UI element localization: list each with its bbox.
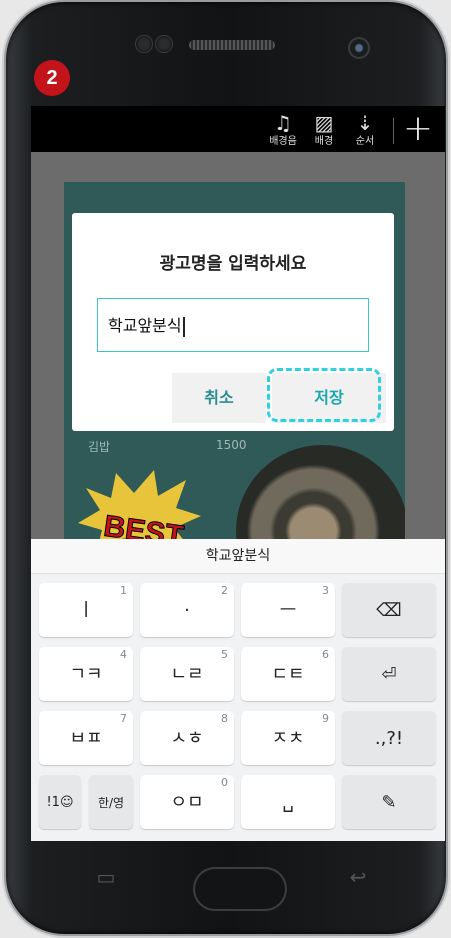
key-label: ㅡ bbox=[279, 600, 297, 621]
toolbar-order-button[interactable]: ⇣ 순서 bbox=[343, 112, 387, 148]
cancel-button[interactable]: 취소 bbox=[172, 373, 266, 423]
key-eu[interactable]: ㅡ3 bbox=[241, 583, 335, 637]
key-number: 2 bbox=[221, 584, 228, 597]
ad-name-input[interactable]: 학교앞분식 bbox=[97, 298, 369, 352]
key-label: ㅅㅎ bbox=[170, 728, 204, 749]
proximity-sensor bbox=[136, 36, 152, 52]
symbol-emoji-key[interactable]: !1☺ bbox=[39, 775, 81, 829]
backspace-key[interactable]: ⌫ bbox=[342, 583, 436, 637]
key-label: ㅇㅁ bbox=[170, 792, 204, 813]
toolbar-background-button[interactable]: ▨ 배경 bbox=[302, 112, 346, 148]
korean-keyboard: 학교앞분식 ㅣ1 · 2 ㅡ3 ⌫ ㄱㅋ 4 ㄴㄹ 5 ㄷㅌ 6 ⏎ ㅂㅍ 7 ㅅㅎ 8 ㅈ… bbox=[31, 539, 445, 841]
key-ng-m[interactable]: ㅇㅁ 0 bbox=[140, 775, 234, 829]
keyboard-suggestion[interactable]: 학교앞분식 bbox=[31, 539, 445, 574]
key-s-h[interactable]: ㅅㅎ 8 bbox=[140, 711, 234, 765]
front-camera bbox=[348, 37, 370, 59]
pen-icon: ✎ bbox=[381, 792, 397, 813]
punctuation-key[interactable]: .,?! bbox=[342, 711, 436, 765]
add-icon[interactable]: + bbox=[401, 111, 435, 147]
key-number: 8 bbox=[221, 712, 228, 725]
key-number: 1 bbox=[120, 584, 127, 597]
enter-key[interactable]: ⏎ bbox=[342, 647, 436, 701]
backspace-icon: ⌫ bbox=[376, 600, 402, 621]
sort-order-icon: ⇣ bbox=[356, 111, 374, 135]
stripes-icon: ▨ bbox=[314, 111, 334, 135]
handwriting-key[interactable]: ✎ bbox=[342, 775, 436, 829]
key-j-ch[interactable]: ㅈㅊ 9 bbox=[241, 711, 335, 765]
poster-item-name: 김밥 bbox=[88, 440, 111, 454]
key-label: ㅈㅊ bbox=[271, 728, 305, 749]
key-label: ㄱㅋ bbox=[69, 664, 103, 685]
key-label: · bbox=[184, 600, 190, 621]
key-label: ㅂㅍ bbox=[69, 728, 103, 749]
key-label: .,?! bbox=[374, 728, 404, 749]
key-label: 한/영 bbox=[97, 796, 125, 810]
toolbar-order-label: 순서 bbox=[355, 136, 375, 147]
toolbar-background-label: 배경 bbox=[314, 136, 334, 147]
key-number: 3 bbox=[322, 584, 329, 597]
key-number: 0 bbox=[221, 776, 228, 789]
save-button-highlight bbox=[267, 368, 381, 422]
key-label: ㄷㅌ bbox=[271, 664, 305, 685]
step-number-badge: 2 bbox=[34, 60, 70, 96]
key-n-r[interactable]: ㄴㄹ 5 bbox=[140, 647, 234, 701]
key-g-k[interactable]: ㄱㅋ 4 bbox=[39, 647, 133, 701]
toolbar-bgm-label: 배경음 bbox=[269, 136, 297, 147]
key-number: 7 bbox=[120, 712, 127, 725]
toolbar-divider bbox=[393, 118, 394, 144]
space-key[interactable]: ␣ bbox=[241, 775, 335, 829]
text-caret bbox=[182, 316, 185, 337]
light-sensor bbox=[156, 36, 172, 52]
toolbar-bgm-button[interactable]: ♫ 배경음 bbox=[261, 112, 305, 148]
dialog-title: 광고명을 입력하세요 bbox=[159, 254, 307, 274]
top-toolbar: ♫ 배경음 ▨ 배경 ⇣ 순서 + bbox=[31, 106, 445, 152]
back-icon[interactable]: ↩ bbox=[343, 865, 373, 889]
key-d-t[interactable]: ㄷㅌ 6 bbox=[241, 647, 335, 701]
earpiece-speaker bbox=[189, 40, 275, 50]
key-dot[interactable]: · 2 bbox=[140, 583, 234, 637]
key-b-p[interactable]: ㅂㅍ 7 bbox=[39, 711, 133, 765]
app-screen: ♫ 배경음 ▨ 배경 ⇣ 순서 + 김밥 1500 BEST 광고명을 입력하세… bbox=[31, 106, 445, 841]
key-number: 5 bbox=[221, 648, 228, 661]
key-label: ㅣ bbox=[77, 600, 95, 621]
space-icon: ␣ bbox=[282, 792, 294, 813]
key-label: !1☺ bbox=[46, 795, 74, 810]
music-note-icon: ♫ bbox=[274, 111, 292, 135]
lang-switch-key[interactable]: 한/영 bbox=[89, 775, 133, 829]
key-label: ㄴㄹ bbox=[170, 664, 204, 685]
key-number: 4 bbox=[120, 648, 127, 661]
key-number: 9 bbox=[322, 712, 329, 725]
poster-item-price: 1500 bbox=[216, 438, 247, 452]
key-i[interactable]: ㅣ1 bbox=[39, 583, 133, 637]
recent-apps-icon[interactable]: ▭ bbox=[91, 865, 121, 889]
home-button[interactable] bbox=[195, 869, 285, 909]
key-number: 6 bbox=[322, 648, 329, 661]
ad-name-input-value: 학교앞분식 bbox=[108, 316, 182, 335]
enter-icon: ⏎ bbox=[381, 664, 397, 685]
